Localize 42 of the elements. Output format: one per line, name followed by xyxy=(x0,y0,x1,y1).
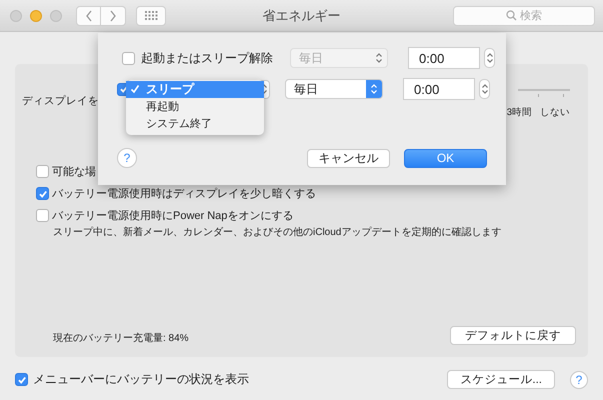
checkmark-icon xyxy=(130,84,140,94)
checkbox[interactable] xyxy=(36,165,49,178)
grid-icon xyxy=(144,10,158,20)
up-down-arrows-icon xyxy=(480,83,488,95)
up-down-arrows-icon xyxy=(370,83,378,95)
checkbox[interactable] xyxy=(122,52,135,64)
menu-item[interactable]: 再起動 xyxy=(126,98,264,114)
schedule-button[interactable]: スケジュール... xyxy=(447,370,555,389)
checkbox[interactable] xyxy=(36,209,49,222)
schedule-label: 起動またはスリープ解除 xyxy=(141,50,273,66)
slider-tick-label: しない xyxy=(540,106,570,119)
restore-defaults-button[interactable]: デフォルトに戻す xyxy=(450,326,576,345)
close-button[interactable] xyxy=(10,10,22,22)
stepper[interactable] xyxy=(479,79,490,99)
window-title: 省エネルギー xyxy=(262,6,340,24)
time-field[interactable]: 0:00 xyxy=(408,47,480,69)
forward-button[interactable] xyxy=(101,6,126,26)
up-down-arrows-icon xyxy=(486,52,494,64)
up-down-arrows-icon xyxy=(375,52,383,64)
back-button[interactable] xyxy=(76,6,101,26)
stepper[interactable] xyxy=(484,48,495,68)
display-sleep-label: ディスプレイを xyxy=(22,94,99,108)
repeat-popup[interactable]: 毎日 xyxy=(285,79,383,99)
slider-track[interactable] xyxy=(518,88,570,98)
slider-tick-label: 3時間 xyxy=(506,106,532,119)
minimize-button[interactable] xyxy=(30,10,42,22)
menu-item[interactable]: システム終了 xyxy=(126,114,264,132)
option-label: バッテリー電源使用時はディスプレイを少し暗くする xyxy=(52,186,316,201)
chevron-left-icon xyxy=(84,10,92,22)
cancel-button[interactable]: キャンセル xyxy=(307,148,390,168)
time-field[interactable]: 0:00 xyxy=(403,78,475,100)
zoom-button[interactable] xyxy=(50,10,62,22)
search-icon xyxy=(506,10,517,21)
option-description: スリープ中に、新着メール、カレンダー、およびその他のiCloudアップデートを定期的に確認します xyxy=(52,226,502,239)
option-label: バッテリー電源使用時にPower Napをオンにする xyxy=(52,209,294,223)
option-label: メニューバーにバッテリーの状況を表示 xyxy=(33,371,249,388)
checkbox[interactable] xyxy=(15,373,28,386)
battery-level-text: 現在のバッテリー充電量: 84% xyxy=(53,332,189,345)
chevron-right-icon xyxy=(109,10,117,22)
checkbox[interactable] xyxy=(36,187,49,200)
show-all-button[interactable] xyxy=(136,6,166,26)
option-label: 可能な場 xyxy=(52,165,96,179)
